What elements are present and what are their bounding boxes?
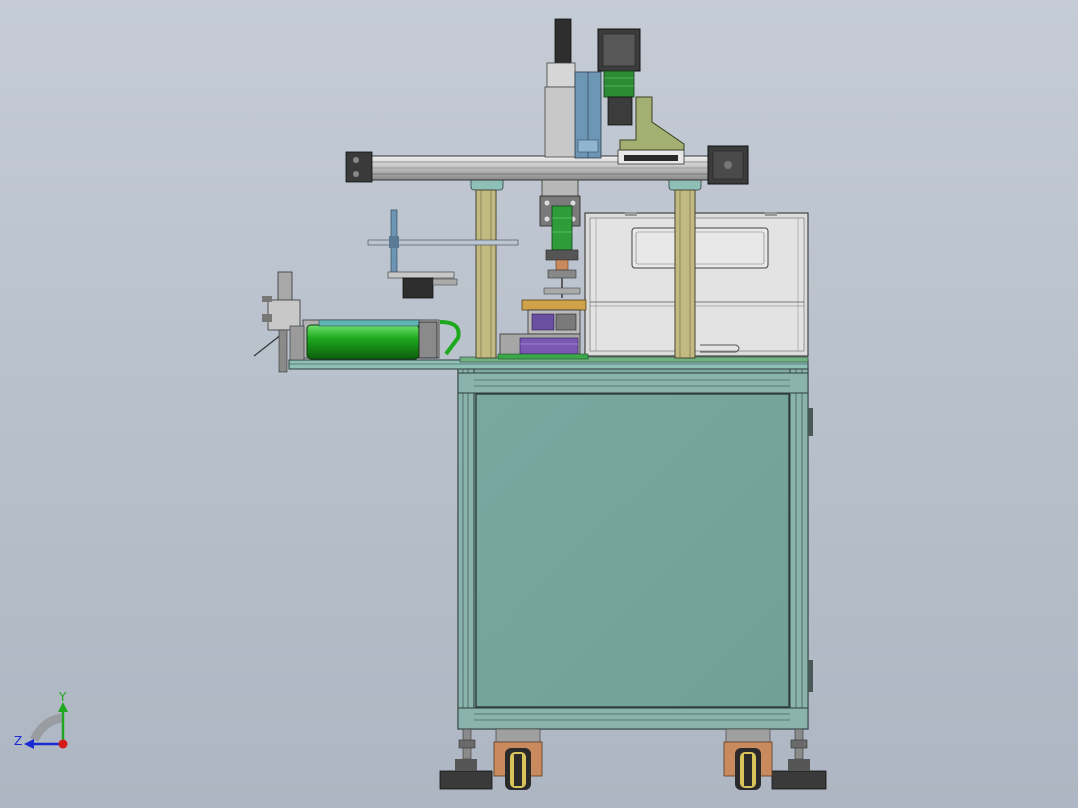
gray-enclosure [584,212,809,357]
stepper-motor-top [597,28,641,126]
coordinate-triad: Y Z [14,690,68,749]
caster-wheel-right [723,728,773,790]
triad-z-arrowhead [24,739,34,749]
triad-y-label: Y [58,690,67,704]
cabinet-door-panel [475,393,790,708]
workpiece-fixture [497,299,589,360]
cad-viewport[interactable]: Y Z [0,0,1078,808]
triad-z-label: Z [14,734,22,748]
servo-motor-right [707,145,749,185]
triad-origin [58,739,68,749]
support-column-left [470,169,504,359]
leveling-foot-left [439,728,493,790]
spindle-head [539,179,581,298]
linear-rail-beam [345,149,711,183]
z-axis-module [544,18,602,159]
leveling-foot-right [771,728,827,790]
caster-wheel-left [493,728,543,790]
pneumatic-cylinder [302,319,461,360]
left-bracket-stand [253,271,305,373]
machine-assembly-drawing: Y Z [14,18,827,790]
